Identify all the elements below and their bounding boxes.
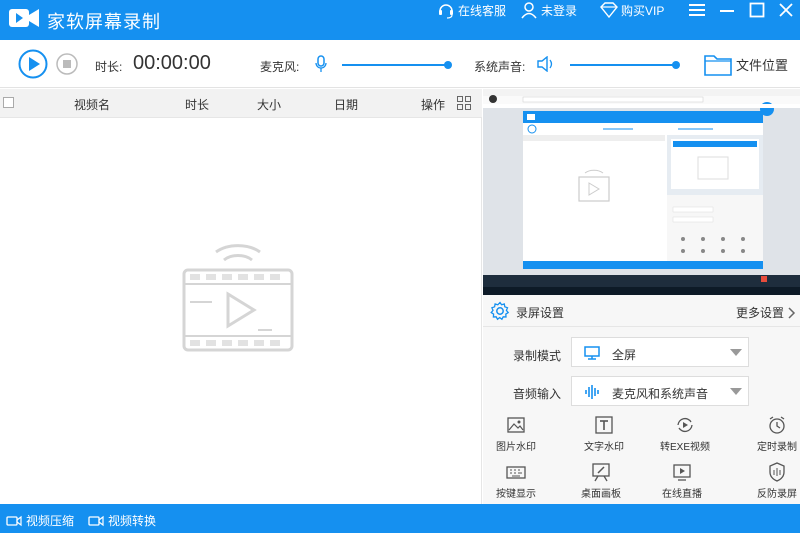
desktop-preview-image xyxy=(483,89,800,295)
file-list-header: 视频名 时长 大小 日期 操作 xyxy=(0,89,482,118)
duration-label: 时长: xyxy=(95,60,123,74)
convert-icon xyxy=(675,415,695,435)
video-convert-button[interactable]: 视频转换 xyxy=(88,512,156,529)
folder-icon xyxy=(704,55,732,76)
system-volume-slider[interactable] xyxy=(570,64,676,66)
tool-anti-record[interactable]: 反防录屏 xyxy=(745,462,800,500)
tool-label: 图片水印 xyxy=(496,442,536,453)
user-icon xyxy=(520,1,538,19)
keyboard-icon xyxy=(506,462,526,482)
live-icon xyxy=(672,462,692,482)
tool-convert-exe[interactable]: 转EXE视频 xyxy=(653,415,717,453)
audio-input-select[interactable]: 麦克风和系统声音 xyxy=(571,376,749,406)
text-icon xyxy=(594,415,614,435)
more-settings-label: 更多设置 xyxy=(736,306,785,320)
minimize-button[interactable] xyxy=(716,0,738,20)
shield-icon xyxy=(767,462,787,482)
dropdown-arrow-icon xyxy=(730,388,742,395)
speaker-icon[interactable] xyxy=(537,56,555,72)
tool-key-display[interactable]: 按键显示 xyxy=(484,462,548,500)
stop-icon xyxy=(56,53,78,75)
stop-record-button[interactable] xyxy=(56,53,78,75)
app-logo-icon xyxy=(8,7,40,29)
tool-label: 转EXE视频 xyxy=(659,442,710,453)
record-mode-label: 录制模式 xyxy=(513,349,562,363)
more-settings-link[interactable]: 更多设置 xyxy=(736,304,796,321)
settings-title: 录屏设置 xyxy=(516,306,565,320)
maximize-button[interactable] xyxy=(746,0,768,20)
tool-scheduled-record[interactable]: 定时录制 xyxy=(745,415,800,453)
column-video-name[interactable]: 视频名 xyxy=(74,96,110,113)
video-convert-label: 视频转换 xyxy=(108,514,157,528)
column-date[interactable]: 日期 xyxy=(334,96,358,113)
tool-desktop-whiteboard[interactable]: 桌面画板 xyxy=(569,462,633,500)
mic-volume-knob[interactable] xyxy=(444,61,452,69)
gear-icon xyxy=(490,301,510,321)
video-compress-label: 视频压缩 xyxy=(26,514,75,528)
column-actions: 操作 xyxy=(421,98,446,112)
settings-header: 录屏设置 更多设置 xyxy=(483,295,800,327)
login-label: 未登录 xyxy=(541,3,578,18)
headset-icon xyxy=(437,1,455,19)
record-mode-value: 全屏 xyxy=(612,348,637,362)
select-all-checkbox[interactable] xyxy=(3,97,14,108)
audio-wave-icon xyxy=(584,384,600,400)
maximize-icon xyxy=(749,2,765,18)
chevron-right-icon xyxy=(788,306,796,319)
monitor-icon xyxy=(584,346,600,360)
file-list-empty xyxy=(0,118,482,504)
buy-vip-label: 购买VIP xyxy=(621,3,665,18)
whiteboard-icon xyxy=(591,462,611,482)
audio-input-value: 麦克风和系统声音 xyxy=(612,387,709,401)
video-compress-button[interactable]: 视频压缩 xyxy=(6,512,74,529)
alarm-icon xyxy=(767,415,787,435)
menu-button[interactable] xyxy=(686,0,708,20)
duration-value: 00:00:00 xyxy=(133,52,211,74)
video-compress-icon xyxy=(6,515,22,527)
tool-label: 桌面画板 xyxy=(581,489,621,500)
microphone-icon[interactable] xyxy=(314,55,328,73)
online-service-link[interactable]: 在线客服 xyxy=(437,0,506,20)
close-icon xyxy=(778,2,794,18)
record-toolbar: 时长: 00:00:00 麦克风: 系统声音: 文件位置 xyxy=(0,40,800,88)
buy-vip-link[interactable]: 购买VIP xyxy=(600,0,664,20)
system-volume-knob[interactable] xyxy=(672,61,680,69)
app-title: 家软屏幕录制 xyxy=(47,12,161,32)
column-duration[interactable]: 时长 xyxy=(185,96,209,113)
screen-preview xyxy=(483,89,800,295)
audio-input-label: 音频输入 xyxy=(513,387,562,401)
dropdown-arrow-icon xyxy=(730,349,742,356)
tool-text-watermark[interactable]: 文字水印 xyxy=(572,415,636,453)
minimize-icon xyxy=(719,3,735,17)
mic-label: 麦克风: xyxy=(260,60,300,74)
play-icon xyxy=(18,49,48,79)
empty-video-icon xyxy=(182,238,294,354)
tool-label: 定时录制 xyxy=(757,442,797,453)
record-mode-select[interactable]: 全屏 xyxy=(571,337,749,367)
column-size[interactable]: 大小 xyxy=(257,96,281,113)
image-icon xyxy=(506,415,526,435)
hamburger-icon xyxy=(689,3,705,17)
title-bar: 家软屏幕录制 在线客服 未登录 购买VIP xyxy=(0,0,800,40)
mic-volume-slider[interactable] xyxy=(342,64,448,66)
diamond-icon xyxy=(600,2,618,18)
file-location-button[interactable]: 文件位置 xyxy=(704,52,788,76)
tool-label: 反防录屏 xyxy=(757,489,797,500)
tool-live-stream[interactable]: 在线直播 xyxy=(650,462,714,500)
record-settings-panel: 录屏设置 更多设置 录制模式 全屏 音频输入 麦克风和系统声音 图片水印 文字水… xyxy=(483,295,800,504)
status-bar: 视频压缩 视频转换 xyxy=(0,504,800,533)
tool-image-watermark[interactable]: 图片水印 xyxy=(484,415,548,453)
video-convert-icon xyxy=(88,515,104,527)
close-button[interactable] xyxy=(775,0,797,20)
system-sound-label: 系统声音: xyxy=(474,60,526,74)
file-location-label: 文件位置 xyxy=(736,57,789,73)
tool-label: 在线直播 xyxy=(662,489,702,500)
start-record-button[interactable] xyxy=(18,49,48,79)
tool-label: 按键显示 xyxy=(496,489,536,500)
tool-label: 文字水印 xyxy=(584,442,624,453)
grid-view-icon[interactable] xyxy=(457,96,471,110)
login-link[interactable]: 未登录 xyxy=(520,0,577,20)
online-service-label: 在线客服 xyxy=(458,3,507,18)
